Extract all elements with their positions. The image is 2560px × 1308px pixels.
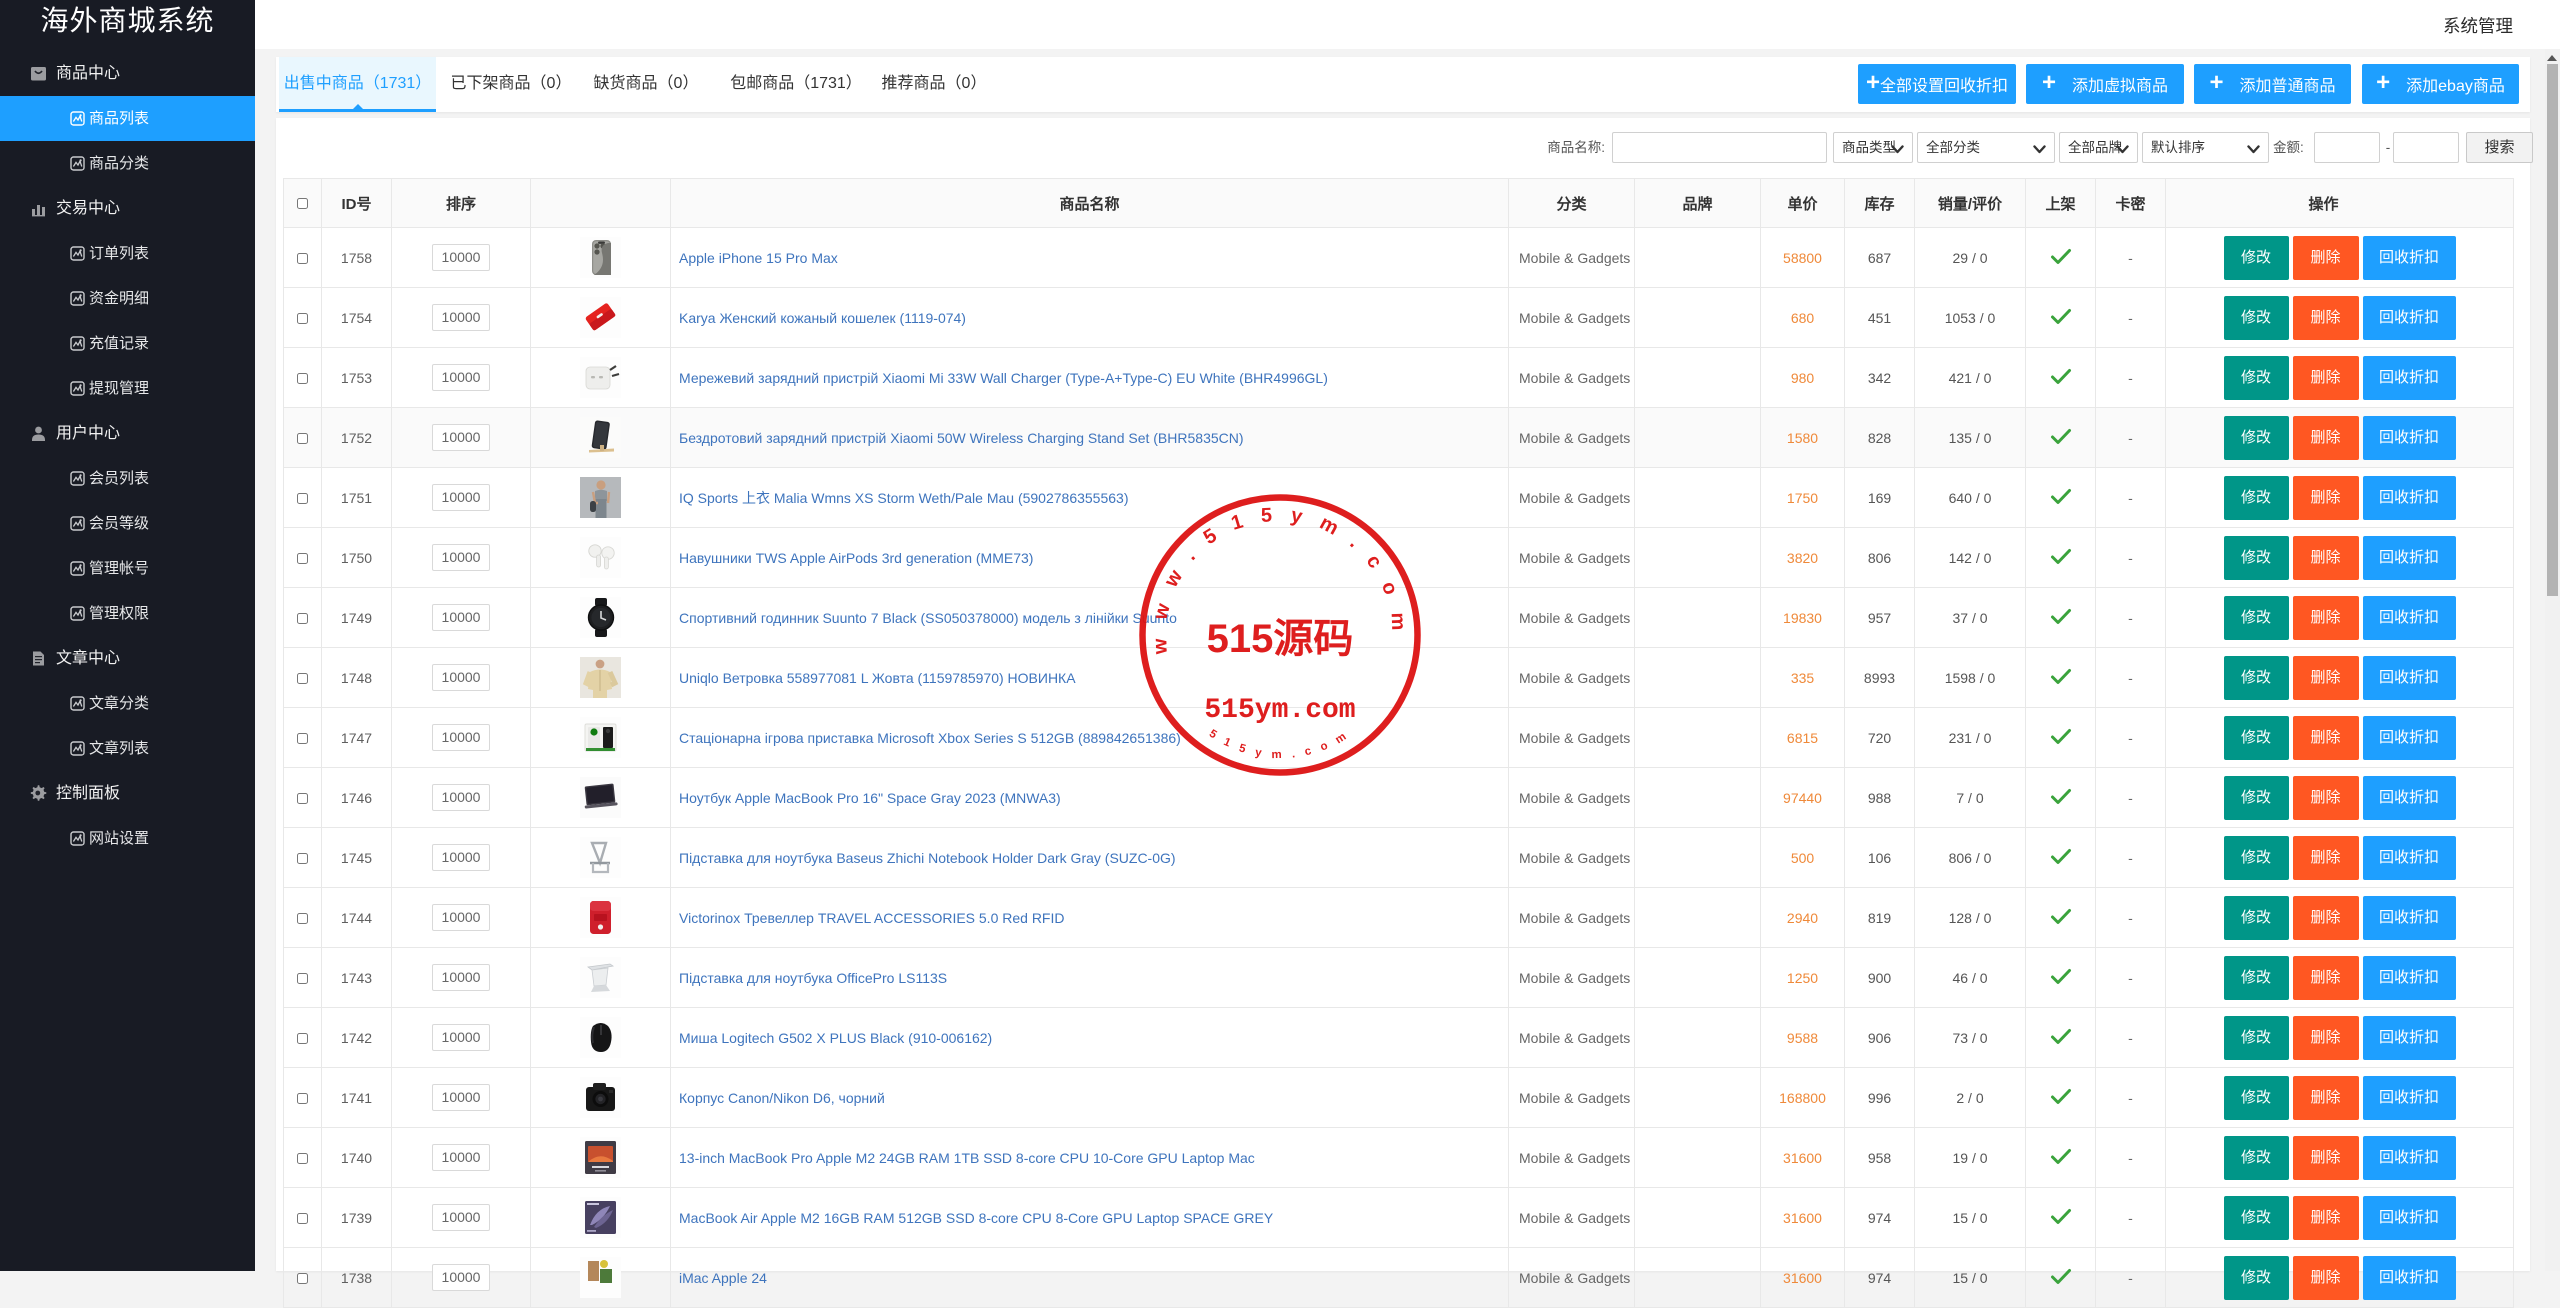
svg-text:515ym.com: 515ym.com: [1204, 695, 1355, 726]
svg-text:515ym.com: 515ym.com: [1207, 725, 1357, 761]
svg-text:515源码: 515源码: [1207, 617, 1354, 661]
